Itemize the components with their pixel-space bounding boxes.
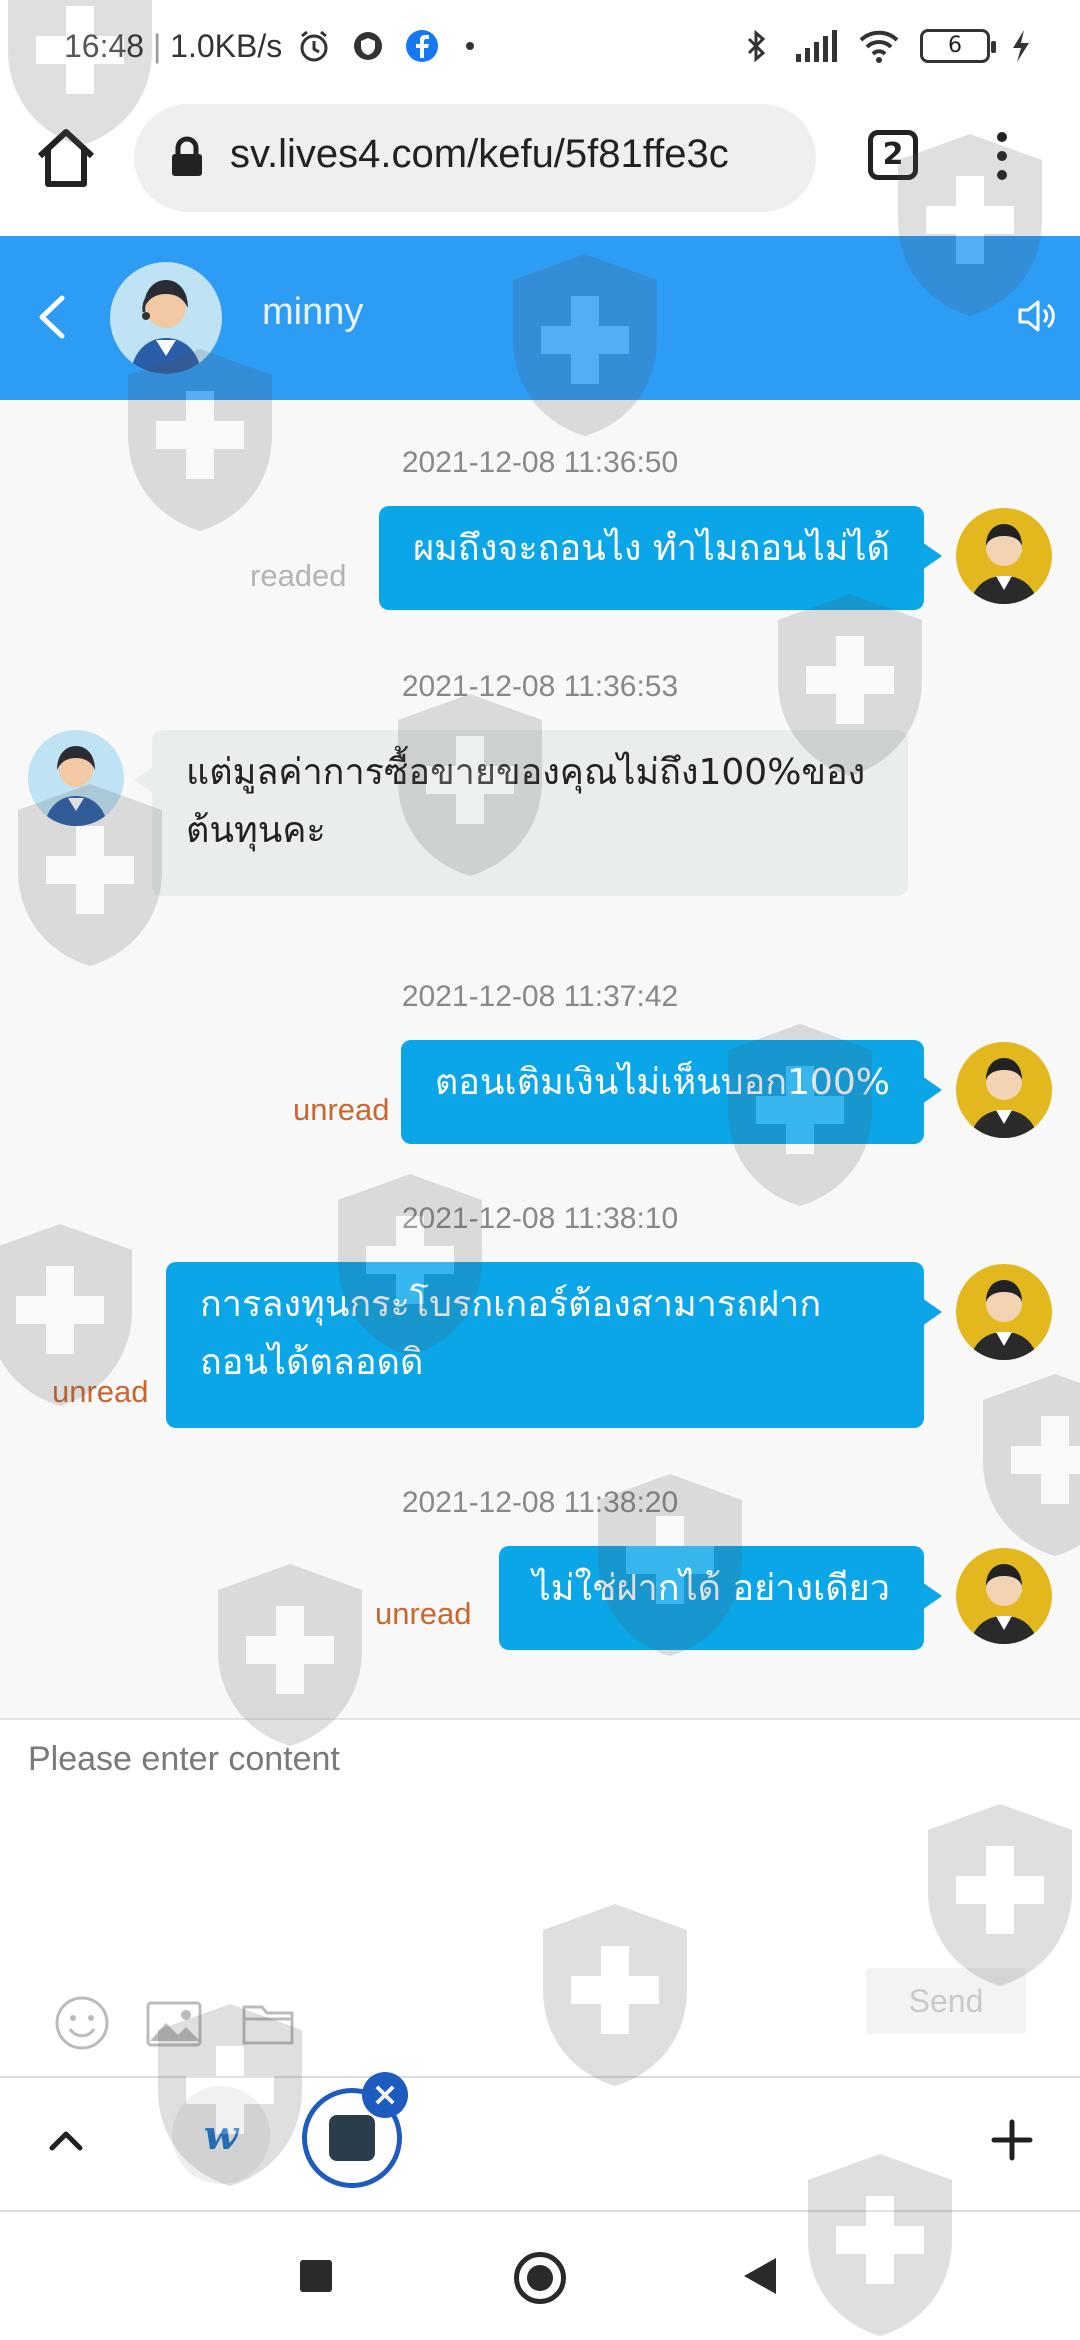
message-timestamp: 2021-12-08 11:36:50 <box>401 446 679 479</box>
system-icons: 6 <box>738 28 1032 64</box>
plus-icon[interactable] <box>990 2118 1034 2162</box>
w-app-shortcut[interactable]: w <box>172 2086 270 2184</box>
notification-icons <box>296 28 474 64</box>
agent-message-line: แต่มูลค่าการซื้อขายของคุณไม่ถึง100%ของ <box>186 752 866 793</box>
battery-icon: 6 <box>920 29 996 63</box>
message-timestamp: 2021-12-08 11:38:10 <box>401 1202 679 1235</box>
user-message-line: การลงทุนกระโบรกเกอร์ต้องสามารถฝาก <box>200 1284 822 1325</box>
composer: Send <box>0 1718 1080 2078</box>
network-speed: 1.0KB/s <box>170 28 283 64</box>
home-icon[interactable] <box>30 122 102 194</box>
url-bar[interactable]: sv.lives4.com/kefu/5f81ffe3c <box>134 104 816 212</box>
chevron-up-icon[interactable] <box>46 2120 86 2160</box>
read-status: readed <box>250 558 347 593</box>
agent-person-icon <box>130 280 202 374</box>
back-button[interactable] <box>744 2258 776 2294</box>
agent-message-line: ต้นทุนคะ <box>186 810 326 851</box>
battery-level: 6 <box>948 33 962 58</box>
more-notifications-dot <box>466 42 474 50</box>
tab-switcher-button[interactable]: 2 <box>868 130 918 180</box>
menu-icon[interactable] <box>990 128 1014 188</box>
user-message-line: ถอนได้ตลอดดิ <box>200 1342 424 1383</box>
chat-header: minny <box>0 236 1080 400</box>
user-avatar <box>956 1548 1052 1644</box>
user-avatar <box>956 508 1052 604</box>
signal-icon <box>796 30 837 62</box>
back-arrow-icon[interactable] <box>34 292 70 342</box>
url-text: sv.lives4.com/kefu/5f81ffe3c <box>230 132 729 176</box>
app-icon <box>329 2115 375 2161</box>
agent-avatar <box>28 730 124 826</box>
bluetooth-icon <box>747 29 766 63</box>
status-time: 16:48 | 1.0KB/s <box>64 28 283 64</box>
close-icon[interactable]: × <box>362 2072 408 2118</box>
status-bar: 16:48 | 1.0KB/s 6 <box>0 0 1080 100</box>
alarm-icon <box>300 30 328 62</box>
message-input[interactable] <box>28 1740 1048 1940</box>
speaker-icon[interactable] <box>1016 296 1056 336</box>
user-message-bubble[interactable]: ผมถึงจะถอนไง ทำไมถอนไม่ได้ <box>379 506 942 610</box>
browser-toolbar: sv.lives4.com/kefu/5f81ffe3c 2 <box>0 100 1080 238</box>
user-avatar <box>956 1264 1052 1360</box>
user-message-bubble[interactable]: ไม่ใช่ฝากได้ อย่างเดียว <box>498 1546 943 1650</box>
browser-bottom-bar: w × <box>0 2072 1080 2212</box>
wifi-icon <box>859 30 899 63</box>
emoji-icon[interactable] <box>54 1995 110 2051</box>
home-button[interactable] <box>514 2252 566 2304</box>
agent-avatar <box>110 262 222 374</box>
read-status: unread <box>52 1374 149 1409</box>
facebook-icon <box>406 30 438 62</box>
user-person-icon <box>970 1280 1038 1360</box>
vpn-shield-icon <box>354 32 382 60</box>
user-person-icon <box>970 1058 1038 1138</box>
folder-icon[interactable] <box>240 1995 296 2051</box>
agent-message-bubble[interactable]: แต่มูลค่าการซื้อขายของคุณไม่ถึง100%ของ ต… <box>134 730 908 896</box>
agent-person-icon <box>44 746 108 826</box>
message-timestamp: 2021-12-08 11:38:20 <box>401 1486 679 1519</box>
message-timestamp: 2021-12-08 11:37:42 <box>401 980 679 1013</box>
user-person-icon <box>970 524 1038 604</box>
agent-name: minny <box>262 291 364 333</box>
clock-text: 16:48 <box>64 28 145 64</box>
lock-icon <box>172 136 202 176</box>
send-button[interactable]: Send <box>866 1968 1026 2034</box>
user-message-bubble[interactable]: การลงทุนกระโบรกเกอร์ต้องสามารถฝาก ถอนได้… <box>166 1262 942 1428</box>
charging-icon <box>1013 30 1029 62</box>
w-app-label: w <box>203 2111 239 2159</box>
read-status: unread <box>375 1596 472 1631</box>
message-list[interactable]: 2021-12-08 11:36:50 readed ผมถึงจะถอนไง … <box>0 400 1080 1720</box>
read-status: unread <box>293 1092 390 1127</box>
system-navigation-bar <box>0 2212 1080 2340</box>
recents-button[interactable] <box>300 2260 332 2292</box>
user-avatar <box>956 1042 1052 1138</box>
image-icon[interactable] <box>146 1995 202 2051</box>
user-message-bubble[interactable]: ตอนเติมเงินไม่เห็นบอก100% <box>400 1040 943 1144</box>
user-person-icon <box>970 1564 1038 1644</box>
message-timestamp: 2021-12-08 11:36:53 <box>401 670 679 703</box>
